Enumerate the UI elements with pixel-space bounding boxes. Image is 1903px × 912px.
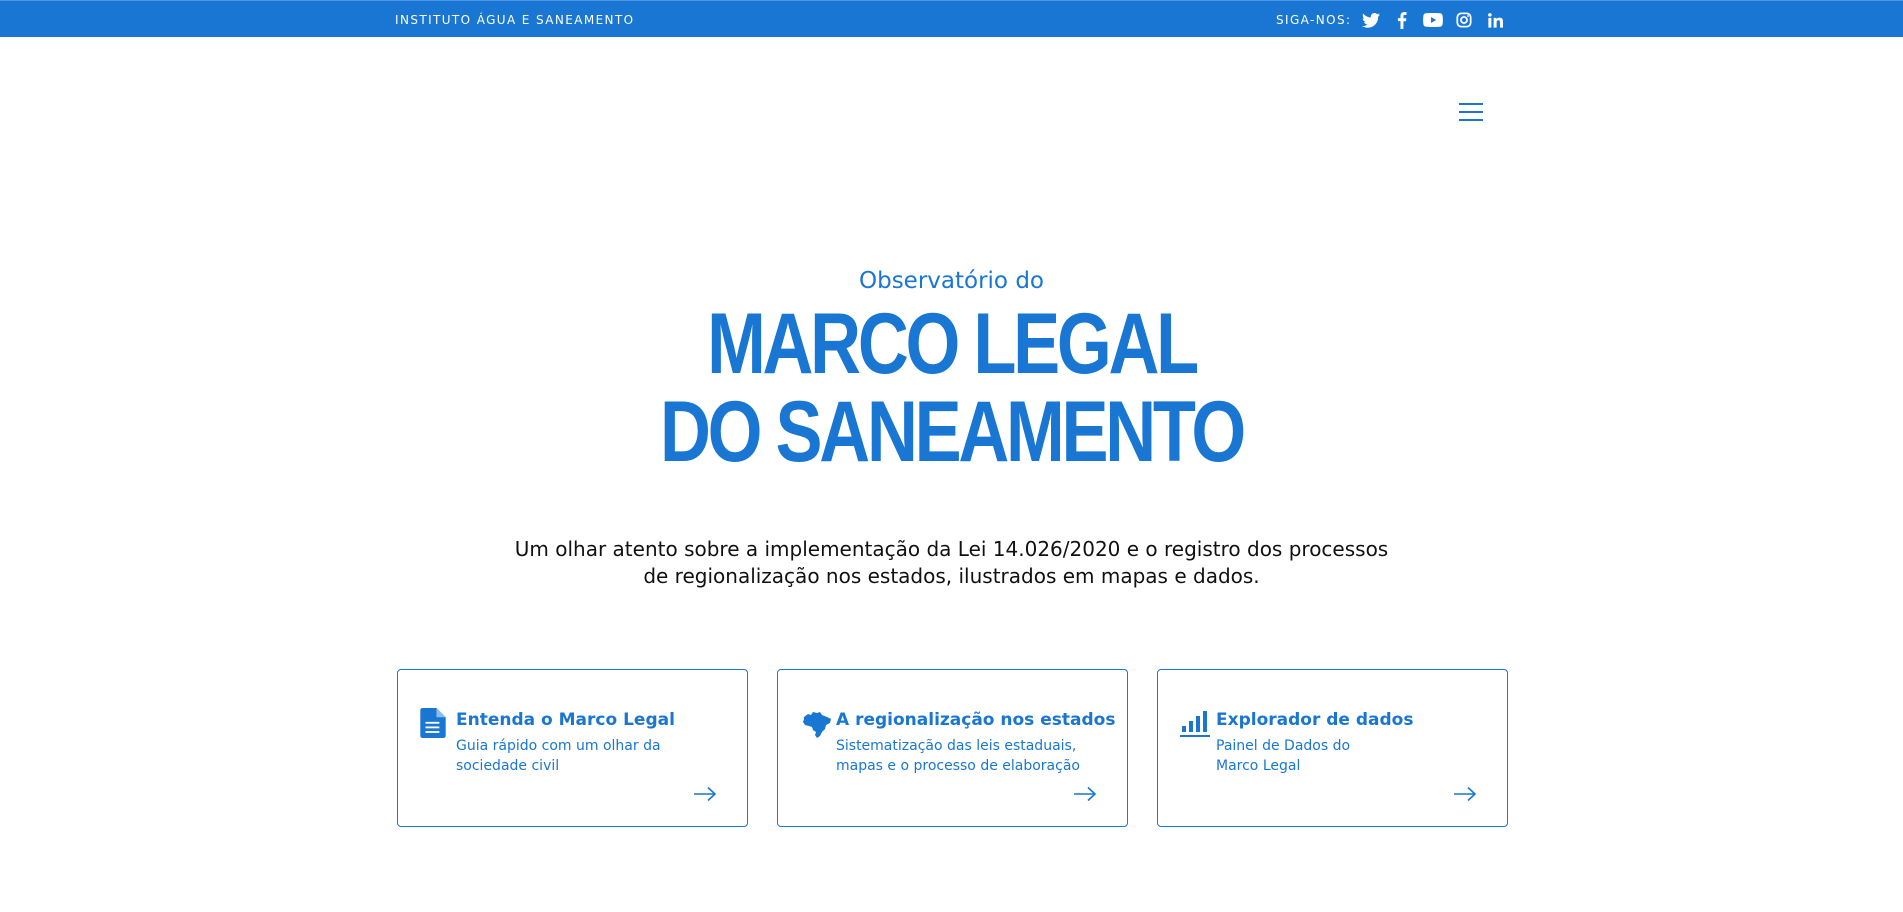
card-description: Painel de Dados do Marco Legal: [1216, 736, 1486, 776]
org-name[interactable]: INSTITUTO ÁGUA E SANEAMENTO: [395, 13, 635, 27]
feature-cards: Entenda o Marco Legal Guia rápido com um…: [397, 669, 1508, 827]
arrow-right-icon: [1073, 786, 1097, 802]
card-description: Sistematização das leis estaduais, mapas…: [836, 736, 1106, 776]
top-bar: INSTITUTO ÁGUA E SANEAMENTO SIGA-NOS:: [0, 0, 1903, 37]
card-title: Explorador de dados: [1216, 710, 1414, 730]
hero-description-line1: Um olhar atento sobre a implementação da…: [514, 537, 1389, 561]
arrow-right-icon: [693, 786, 717, 802]
hero-title-line2: DO SANEAMENTO: [660, 384, 1246, 480]
hamburger-menu-icon[interactable]: [1456, 100, 1486, 124]
card-title: A regionalização nos estados: [836, 710, 1116, 730]
hero-title: MARCO LEGAL DO SANEAMENTO: [171, 300, 1731, 476]
card-description: Guia rápido com um olhar da sociedade ci…: [456, 736, 726, 776]
instagram-icon[interactable]: [1454, 10, 1474, 30]
hero-title-line1: MARCO LEGAL: [707, 296, 1199, 392]
bar-chart-icon: [1180, 708, 1210, 738]
twitter-icon[interactable]: [1361, 10, 1381, 30]
card-title: Entenda o Marco Legal: [456, 710, 675, 730]
social-links: SIGA-NOS:: [1276, 10, 1516, 30]
youtube-icon[interactable]: [1423, 10, 1444, 30]
card-description-line2: sociedade civil: [456, 758, 560, 774]
follow-label: SIGA-NOS:: [1276, 13, 1352, 27]
facebook-icon[interactable]: [1392, 10, 1412, 30]
card-explorador-dados[interactable]: Explorador de dados Painel de Dados do M…: [1157, 669, 1508, 827]
card-description-line1: Guia rápido com um olhar da: [456, 738, 661, 754]
linkedin-icon[interactable]: [1485, 10, 1505, 30]
brazil-map-icon: [800, 708, 831, 738]
card-description-line2: Marco Legal: [1216, 758, 1301, 774]
document-icon: [420, 708, 450, 738]
hero-description: Um olhar atento sobre a implementação da…: [0, 536, 1903, 590]
card-regionalizacao-estados[interactable]: A regionalização nos estados Sistematiza…: [777, 669, 1128, 827]
hero-pretitle: Observatório do: [859, 268, 1044, 294]
card-description-line1: Sistematização das leis estaduais,: [836, 738, 1077, 754]
arrow-right-icon: [1453, 786, 1477, 802]
card-description-line2: mapas e o processo de elaboração: [836, 758, 1080, 774]
card-description-line1: Painel de Dados do: [1216, 738, 1351, 754]
card-entenda-marco-legal[interactable]: Entenda o Marco Legal Guia rápido com um…: [397, 669, 748, 827]
hero-description-line2: de regionalização nos estados, ilustrado…: [643, 564, 1260, 588]
